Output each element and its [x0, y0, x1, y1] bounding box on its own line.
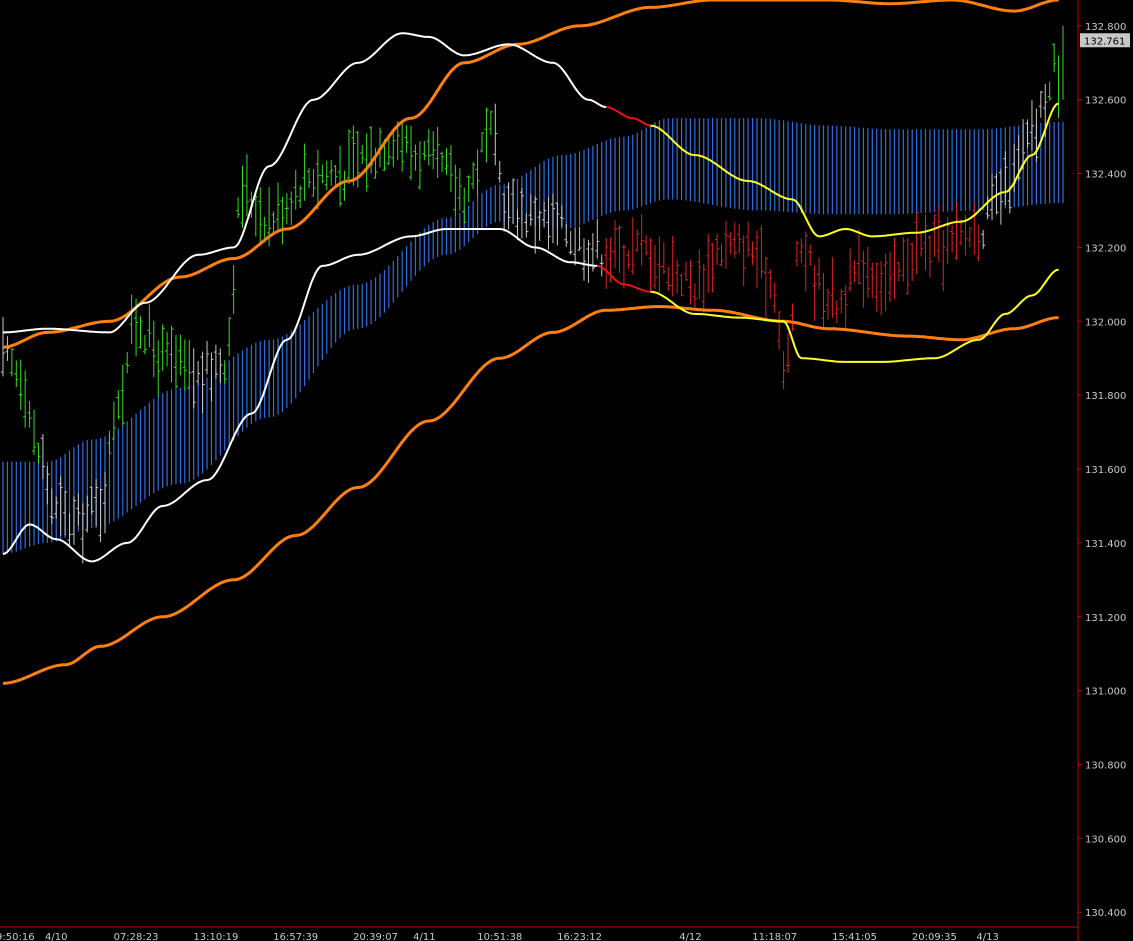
last-price-label: 132.761 — [1084, 36, 1125, 47]
x-tick-label: 13:10:19 — [193, 932, 238, 941]
y-tick-label: 131.600 — [1085, 465, 1126, 476]
y-tick-label: 131.400 — [1085, 539, 1126, 550]
x-tick-label: 4/13 — [976, 932, 998, 941]
chart-background — [0, 0, 1133, 941]
x-tick-label: 16:57:39 — [273, 932, 318, 941]
y-tick-label: 131.800 — [1085, 391, 1126, 402]
x-tick-label: 4/12 — [679, 932, 701, 941]
x-tick-label: 20:09:35 — [912, 932, 957, 941]
y-tick-label: 130.600 — [1085, 834, 1126, 845]
x-tick-label: 16:23:12 — [557, 932, 602, 941]
y-tick-label: 130.400 — [1085, 908, 1126, 919]
y-tick-label: 132.800 — [1085, 22, 1126, 33]
x-tick-label: 10:51:38 — [477, 932, 522, 941]
y-tick-label: 131.200 — [1085, 613, 1126, 624]
y-tick-label: 130.800 — [1085, 760, 1126, 771]
y-tick-label: 132.600 — [1085, 96, 1126, 107]
x-tick-label: 20:39:07 — [353, 932, 398, 941]
x-tick-label: 9:50:16 — [0, 932, 35, 941]
last-price-tag: 132.761 — [1080, 33, 1130, 48]
y-tick-label: 131.000 — [1085, 687, 1126, 698]
x-tick-label: 07:28:23 — [114, 932, 159, 941]
x-tick-label: 4/10 — [45, 932, 67, 941]
price-chart[interactable]: 132.800 132.600 132.400 132.200 132.000 131.8… — [0, 0, 1133, 941]
y-tick-label: 132.200 — [1085, 243, 1126, 254]
x-tick-label: 11:18:07 — [752, 932, 797, 941]
x-tick-label: 4/11 — [413, 932, 435, 941]
y-tick-label: 132.400 — [1085, 170, 1126, 181]
y-tick-label: 132.000 — [1085, 317, 1126, 328]
x-tick-label: 15:41:05 — [832, 932, 877, 941]
